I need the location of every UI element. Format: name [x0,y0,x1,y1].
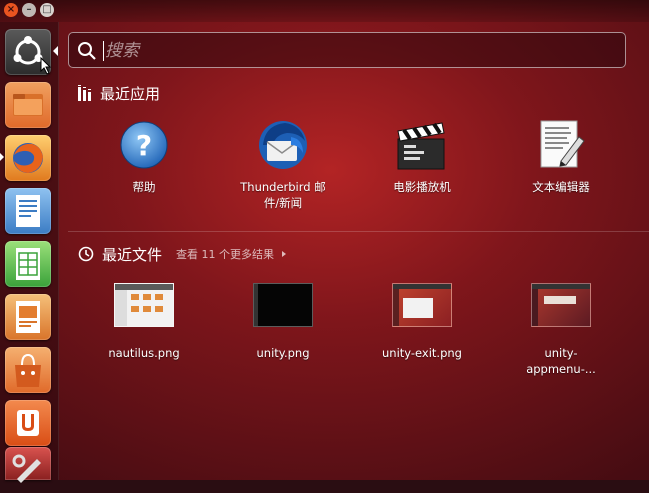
file-thumbnail [253,283,313,327]
app-label: 电影播放机 [393,180,451,194]
file-tile-nautilus[interactable]: nautilus.png [84,283,204,361]
more-results-link[interactable]: 查看 11 个更多结果 [176,246,274,262]
running-indicator [0,153,4,161]
file-thumbnail [114,283,174,327]
launcher-item-firefox[interactable] [5,135,51,181]
top-panel: × – □ [0,0,649,22]
launcher-item-files[interactable] [5,82,51,128]
clock-icon [78,246,94,262]
app-label-line1: Thunderbird 邮 [240,180,326,194]
svg-text:?: ? [136,129,152,162]
active-launcher-arrow [53,46,58,56]
ubuntu-one-icon [17,410,39,436]
file-label: unity.png [256,346,310,360]
file-thumbnail [531,283,591,327]
file-label-line2: appmenu-... [526,362,596,376]
mouse-cursor-icon [40,57,52,75]
launcher-item-impress[interactable] [5,294,51,340]
launcher [0,22,59,483]
folder-icon [13,94,43,116]
launcher-item-calc[interactable] [5,241,51,287]
app-tile-text-editor[interactable]: 文本编辑器 [501,115,621,195]
recent-files-title: 最近文件 [102,245,163,264]
impress-icon [16,301,40,333]
shopping-bag-icon [15,353,41,387]
recent-apps-title: 最近应用 [100,84,161,103]
app-tile-help[interactable]: ? 帮助 [84,115,204,195]
text-editor-icon [540,120,585,168]
file-tile-unity-appmenu[interactable]: unity- appmenu-... [501,283,621,377]
clapperboard-icon [397,122,445,170]
file-label: nautilus.png [108,346,180,360]
launcher-item-ubuntu-one[interactable] [5,400,51,446]
writer-icon [16,195,40,227]
app-label: 文本编辑器 [532,180,590,194]
firefox-icon [13,143,43,173]
search-input[interactable]: 搜索 [68,32,626,68]
search-placeholder: 搜索 [105,41,139,61]
app-tile-movie-player[interactable]: 电影播放机 [362,115,482,195]
close-button[interactable]: × [4,3,18,17]
launcher-item-software-center[interactable] [5,347,51,393]
launcher-item-writer[interactable] [5,188,51,234]
minimize-button[interactable]: – [22,3,36,17]
file-tile-unity-exit[interactable]: unity-exit.png [362,283,482,361]
calc-icon [16,248,40,280]
search-icon [78,42,96,60]
app-label-line2: 件/新闻 [263,196,303,210]
file-tile-unity[interactable]: unity.png [223,283,343,361]
recent-apps-header[interactable]: 最近应用 [78,83,160,103]
recent-files-header[interactable]: 最近文件 查看 11 个更多结果 [78,244,287,264]
file-thumbnail [392,283,452,327]
maximize-button[interactable]: □ [40,3,54,17]
section-divider [68,231,649,232]
text-cursor [103,41,104,61]
app-label: 帮助 [132,180,156,194]
settings-icon [12,454,41,483]
file-label: unity-exit.png [382,346,462,360]
applications-icon [78,85,91,101]
file-label-line1: unity- [544,346,578,360]
app-tile-thunderbird[interactable]: Thunderbird 邮 件/新闻 [223,115,343,211]
thunderbird-icon [259,121,307,169]
chevron-right-icon[interactable] [282,251,287,257]
launcher-item-system-settings[interactable] [5,447,51,483]
help-icon: ? [120,121,168,169]
dash-background [0,0,649,480]
